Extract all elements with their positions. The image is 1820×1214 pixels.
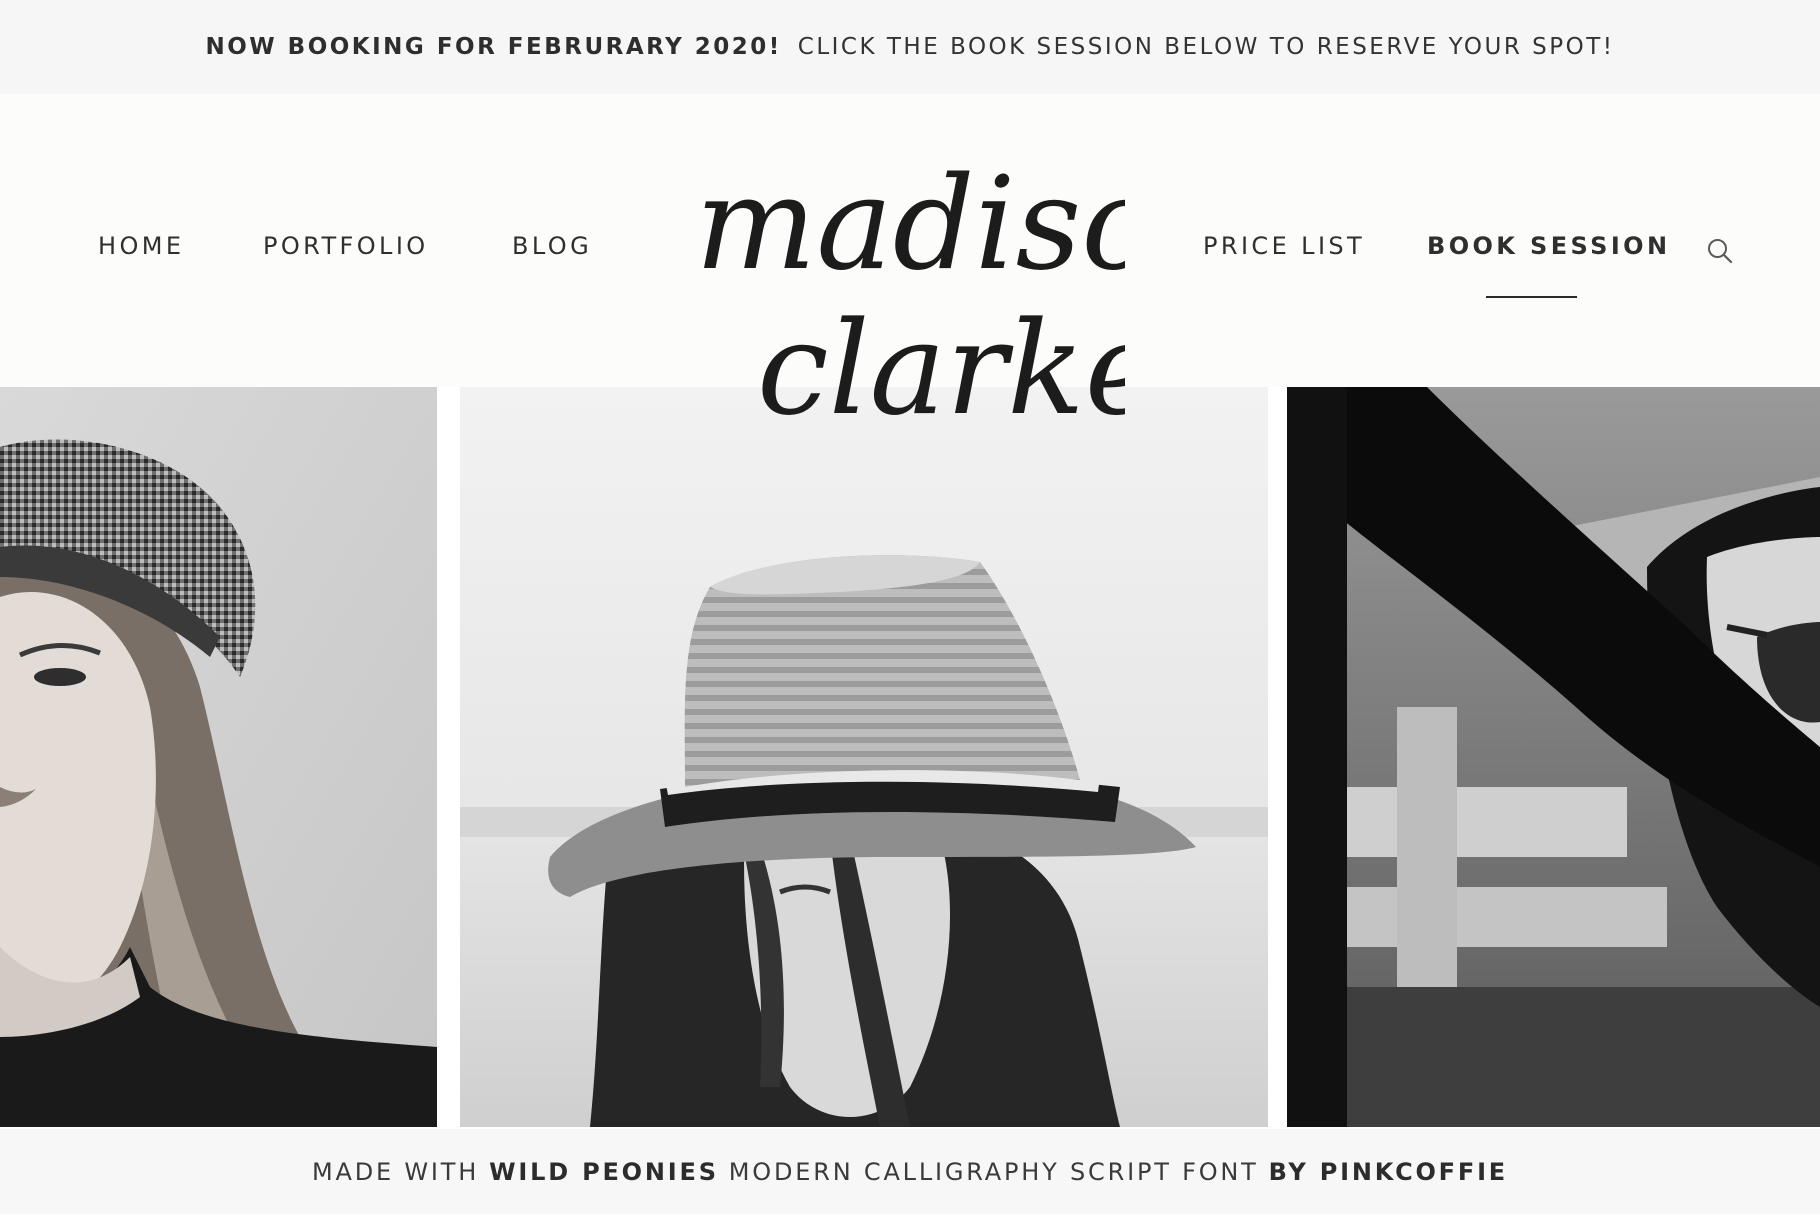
nav-book-session[interactable]: BOOK SESSION — [1427, 234, 1670, 258]
page: NOW BOOKING FOR FEBRURARY 2020! CLICK TH… — [0, 0, 1820, 1214]
nav-portfolio[interactable]: PORTFOLIO — [263, 234, 429, 258]
nav-home[interactable]: HOME — [98, 234, 184, 258]
footer-font-name: WILD PEONIES — [489, 1157, 719, 1186]
footer-author: BY PINKCOFFIE — [1268, 1157, 1508, 1186]
nav-price-list[interactable]: PRICE LIST — [1203, 234, 1365, 258]
announcement-text: CLICK THE BOOK SESSION BELOW TO RESERVE … — [797, 34, 1615, 60]
footer-text-1: MADE WITH — [312, 1157, 480, 1186]
active-nav-underline — [1486, 296, 1577, 298]
footer-credit: MADE WITH WILD PEONIES MODERN CALLIGRAPH… — [0, 1129, 1820, 1214]
logo-line-1: madison — [695, 150, 1125, 299]
photo-woman-in-plaid-cap[interactable] — [0, 387, 437, 1127]
nav-blog[interactable]: BLOG — [512, 234, 592, 258]
search-icon[interactable] — [1706, 237, 1734, 265]
announcement-bar: NOW BOOKING FOR FEBRURARY 2020! CLICK TH… — [0, 0, 1820, 94]
logo-line-2: clarke — [757, 295, 1125, 444]
footer-text-2: MODERN CALLIGRAPHY SCRIPT FONT — [728, 1157, 1259, 1186]
announcement-highlight: NOW BOOKING FOR FEBRURARY 2020! — [205, 34, 782, 60]
photo-woman-with-sunglasses[interactable] — [1287, 387, 1820, 1127]
site-logo[interactable]: madison clarke — [665, 108, 1241, 448]
photo-gallery — [0, 387, 1820, 1129]
photo-woman-in-straw-fedora[interactable] — [460, 387, 1268, 1127]
